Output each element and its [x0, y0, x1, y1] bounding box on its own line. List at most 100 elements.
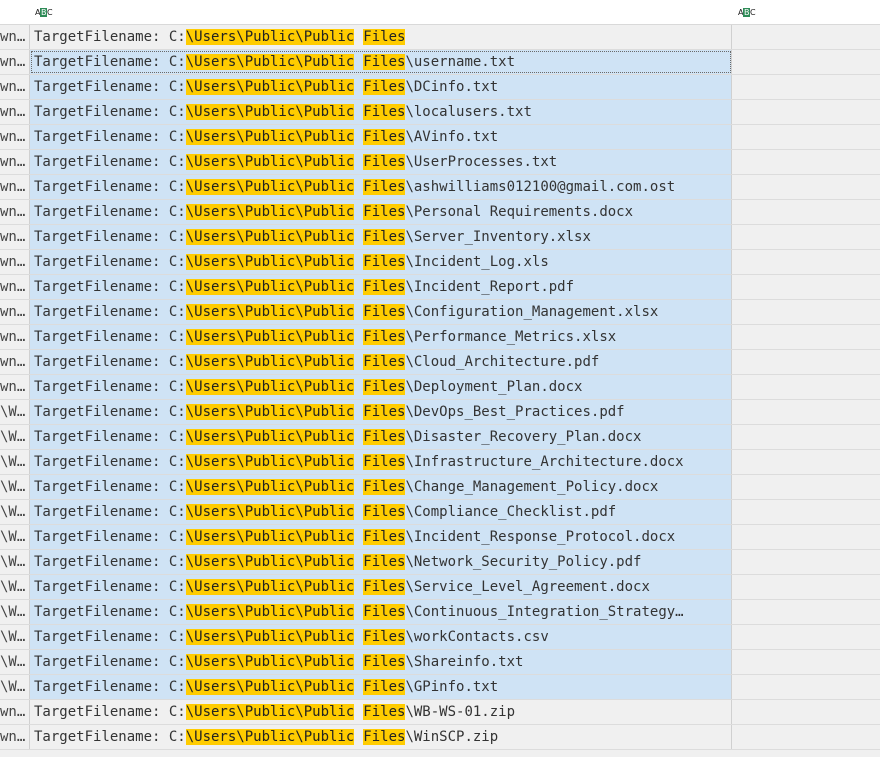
table-row[interactable]: wn… TargetFilename: C:\Users\Public\Publi…: [0, 50, 880, 75]
table-row[interactable]: wn… TargetFilename: C:\Users\Public\Publi…: [0, 100, 880, 125]
target-filename-cell[interactable]: TargetFilename: C:\Users\Public\Public Fi…: [30, 450, 732, 474]
target-filename-cell[interactable]: TargetFilename: C:\Users\Public\Public Fi…: [30, 250, 732, 274]
right-column-cell[interactable]: [732, 200, 880, 224]
right-column-cell[interactable]: [732, 700, 880, 724]
left-column-cell[interactable]: wn…: [0, 125, 30, 149]
target-filename-cell[interactable]: TargetFilename: C:\Users\Public\Public Fi…: [30, 500, 732, 524]
right-column-cell[interactable]: [732, 75, 880, 99]
right-column-cell[interactable]: [732, 450, 880, 474]
right-column-cell[interactable]: [732, 25, 880, 49]
target-filename-cell[interactable]: TargetFilename: C:\Users\Public\Public Fi…: [30, 225, 732, 249]
left-column-cell[interactable]: wn…: [0, 50, 30, 74]
table-row[interactable]: wn… TargetFilename: C:\Users\Public\Publi…: [0, 150, 880, 175]
target-filename-cell[interactable]: TargetFilename: C:\Users\Public\Public Fi…: [30, 300, 732, 324]
table-row[interactable]: \W… TargetFilename: C:\Users\Public\Publi…: [0, 675, 880, 700]
left-column-cell[interactable]: \W…: [0, 550, 30, 574]
left-column-cell[interactable]: wn…: [0, 300, 30, 324]
left-column-cell[interactable]: wn…: [0, 25, 30, 49]
target-filename-cell[interactable]: TargetFilename: C:\Users\Public\Public Fi…: [30, 100, 732, 124]
target-filename-cell[interactable]: TargetFilename: C:\Users\Public\Public Fi…: [30, 25, 732, 49]
target-filename-cell[interactable]: TargetFilename: C:\Users\Public\Public Fi…: [30, 650, 732, 674]
right-column-cell[interactable]: [732, 50, 880, 74]
table-row[interactable]: wn… TargetFilename: C:\Users\Public\Publi…: [0, 125, 880, 150]
left-column-cell[interactable]: wn…: [0, 275, 30, 299]
table-row[interactable]: wn… TargetFilename: C:\Users\Public\Publi…: [0, 700, 880, 725]
left-column-cell[interactable]: wn…: [0, 175, 30, 199]
target-filename-cell[interactable]: TargetFilename: C:\Users\Public\Public Fi…: [30, 475, 732, 499]
left-column-cell[interactable]: \W…: [0, 650, 30, 674]
target-filename-cell[interactable]: TargetFilename: C:\Users\Public\Public Fi…: [30, 175, 732, 199]
left-column-cell[interactable]: \W…: [0, 400, 30, 424]
target-filename-cell[interactable]: TargetFilename: C:\Users\Public\Public Fi…: [30, 150, 732, 174]
right-column-cell[interactable]: [732, 175, 880, 199]
target-filename-cell[interactable]: TargetFilename: C:\Users\Public\Public Fi…: [30, 525, 732, 549]
left-column-cell[interactable]: \W…: [0, 525, 30, 549]
right-column-cell[interactable]: [732, 150, 880, 174]
right-column-cell[interactable]: [732, 675, 880, 699]
left-column-cell[interactable]: wn…: [0, 725, 30, 749]
right-column-cell[interactable]: [732, 225, 880, 249]
target-filename-cell[interactable]: TargetFilename: C:\Users\Public\Public Fi…: [30, 325, 732, 349]
right-column-cell[interactable]: [732, 375, 880, 399]
table-row[interactable]: \W… TargetFilename: C:\Users\Public\Publi…: [0, 600, 880, 625]
left-column-cell[interactable]: wn…: [0, 150, 30, 174]
target-filename-cell[interactable]: TargetFilename: C:\Users\Public\Public Fi…: [30, 350, 732, 374]
right-column-cell[interactable]: [732, 575, 880, 599]
right-column-cell[interactable]: [732, 500, 880, 524]
table-row[interactable]: wn… TargetFilename: C:\Users\Public\Publi…: [0, 375, 880, 400]
table-row[interactable]: \W… TargetFilename: C:\Users\Public\Publi…: [0, 550, 880, 575]
target-filename-cell[interactable]: TargetFilename: C:\Users\Public\Public Fi…: [30, 200, 732, 224]
table-row[interactable]: \W… TargetFilename: C:\Users\Public\Publi…: [0, 475, 880, 500]
table-row[interactable]: wn… TargetFilename: C:\Users\Public\Publi…: [0, 200, 880, 225]
target-filename-cell[interactable]: TargetFilename: C:\Users\Public\Public Fi…: [30, 700, 732, 724]
table-row[interactable]: wn… TargetFilename: C:\Users\Public\Publi…: [0, 225, 880, 250]
right-column-cell[interactable]: [732, 525, 880, 549]
table-row[interactable]: \W… TargetFilename: C:\Users\Public\Publi…: [0, 525, 880, 550]
table-row[interactable]: \W… TargetFilename: C:\Users\Public\Publi…: [0, 500, 880, 525]
table-row[interactable]: wn… TargetFilename: C:\Users\Public\Publi…: [0, 275, 880, 300]
table-row[interactable]: wn… TargetFilename: C:\Users\Public\Publi…: [0, 300, 880, 325]
table-row[interactable]: \W… TargetFilename: C:\Users\Public\Publi…: [0, 450, 880, 475]
table-row[interactable]: wn… TargetFilename: C:\Users\Public\Publi…: [0, 725, 880, 750]
target-filename-cell[interactable]: TargetFilename: C:\Users\Public\Public Fi…: [30, 50, 732, 74]
table-row[interactable]: \W… TargetFilename: C:\Users\Public\Publi…: [0, 400, 880, 425]
target-filename-cell[interactable]: TargetFilename: C:\Users\Public\Public Fi…: [30, 625, 732, 649]
left-column-cell[interactable]: wn…: [0, 225, 30, 249]
target-filename-cell[interactable]: TargetFilename: C:\Users\Public\Public Fi…: [30, 550, 732, 574]
target-filename-cell[interactable]: TargetFilename: C:\Users\Public\Public Fi…: [30, 725, 732, 749]
right-column-cell[interactable]: [732, 275, 880, 299]
left-column-cell[interactable]: wn…: [0, 250, 30, 274]
right-column-cell[interactable]: [732, 650, 880, 674]
left-column-cell[interactable]: wn…: [0, 350, 30, 374]
target-filename-cell[interactable]: TargetFilename: C:\Users\Public\Public Fi…: [30, 375, 732, 399]
left-column-cell[interactable]: \W…: [0, 675, 30, 699]
left-column-cell[interactable]: wn…: [0, 325, 30, 349]
target-filename-cell[interactable]: TargetFilename: C:\Users\Public\Public Fi…: [30, 125, 732, 149]
left-column-cell[interactable]: wn…: [0, 100, 30, 124]
left-column-cell[interactable]: \W…: [0, 575, 30, 599]
right-column-cell[interactable]: [732, 725, 880, 749]
target-filename-cell[interactable]: TargetFilename: C:\Users\Public\Public Fi…: [30, 75, 732, 99]
table-row[interactable]: wn… TargetFilename: C:\Users\Public\Publi…: [0, 350, 880, 375]
left-column-cell[interactable]: \W…: [0, 500, 30, 524]
table-row[interactable]: wn… TargetFilename: C:\Users\Public\Publi…: [0, 325, 880, 350]
right-column-cell[interactable]: [732, 475, 880, 499]
right-column-cell[interactable]: [732, 550, 880, 574]
right-column-cell[interactable]: [732, 325, 880, 349]
target-filename-cell[interactable]: TargetFilename: C:\Users\Public\Public Fi…: [30, 675, 732, 699]
target-filename-cell[interactable]: TargetFilename: C:\Users\Public\Public Fi…: [30, 275, 732, 299]
right-column-cell[interactable]: [732, 625, 880, 649]
table-row[interactable]: wn… TargetFilename: C:\Users\Public\Publi…: [0, 25, 880, 50]
right-column-cell[interactable]: [732, 125, 880, 149]
table-row[interactable]: \W… TargetFilename: C:\Users\Public\Publi…: [0, 575, 880, 600]
target-filename-cell[interactable]: TargetFilename: C:\Users\Public\Public Fi…: [30, 575, 732, 599]
target-filename-cell[interactable]: TargetFilename: C:\Users\Public\Public Fi…: [30, 400, 732, 424]
table-row[interactable]: \W… TargetFilename: C:\Users\Public\Publi…: [0, 425, 880, 450]
right-column-cell[interactable]: [732, 400, 880, 424]
table-row[interactable]: wn… TargetFilename: C:\Users\Public\Publi…: [0, 175, 880, 200]
right-column-cell[interactable]: [732, 350, 880, 374]
left-column-cell[interactable]: wn…: [0, 200, 30, 224]
right-column-cell[interactable]: [732, 600, 880, 624]
table-row[interactable]: \W… TargetFilename: C:\Users\Public\Publi…: [0, 650, 880, 675]
right-column-cell[interactable]: [732, 100, 880, 124]
